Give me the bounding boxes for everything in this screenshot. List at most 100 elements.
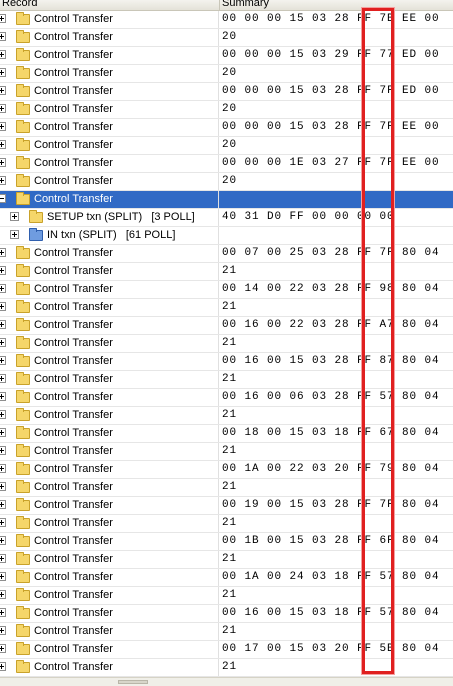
expand-plus-icon[interactable] <box>0 626 6 635</box>
expand-plus-icon[interactable] <box>0 176 6 185</box>
table-row[interactable]: Control Transfer 00 07 00 25 03 28 FF 7F … <box>0 245 453 263</box>
record-cell[interactable]: Control Transfer <box>0 299 219 316</box>
expand-plus-icon[interactable] <box>0 392 6 401</box>
expand-plus-icon[interactable] <box>0 374 6 383</box>
table-row[interactable]: Control Transfer 20 <box>0 65 453 83</box>
scrollbar-thumb[interactable] <box>118 680 148 684</box>
record-cell[interactable]: Control Transfer <box>0 263 219 280</box>
record-cell[interactable]: Control Transfer <box>0 551 219 568</box>
record-cell[interactable]: Control Transfer <box>0 641 219 658</box>
table-row[interactable]: Control Transfer 00 1B 00 15 03 28 FF 6F … <box>0 533 453 551</box>
expand-plus-icon[interactable] <box>0 104 6 113</box>
table-row[interactable]: Control Transfer 00 18 00 15 03 18 FF 67 … <box>0 425 453 443</box>
table-row[interactable]: Control Transfer 21 <box>0 443 453 461</box>
table-row[interactable]: Control Transfer 00 1A 00 24 03 18 FF 57 … <box>0 569 453 587</box>
table-row[interactable]: Control Transfer 00 00 00 15 03 29 FF 77 … <box>0 47 453 65</box>
table-row[interactable]: Control Transfer 20 <box>0 29 453 47</box>
table-row[interactable]: Control Transfer 21 <box>0 371 453 389</box>
expand-plus-icon[interactable] <box>0 68 6 77</box>
table-row-selected[interactable]: Control Transfer <box>0 191 453 209</box>
record-cell[interactable]: Control Transfer <box>0 335 219 352</box>
record-cell[interactable]: Control Transfer <box>0 47 219 64</box>
expand-plus-icon[interactable] <box>0 14 6 23</box>
expand-plus-icon[interactable] <box>0 266 6 275</box>
record-cell[interactable]: Control Transfer <box>0 497 219 514</box>
table-row[interactable]: Control Transfer 20 <box>0 101 453 119</box>
record-cell[interactable]: Control Transfer <box>0 29 219 46</box>
record-column-header[interactable]: Record <box>2 0 37 10</box>
record-cell[interactable]: Control Transfer <box>0 281 219 298</box>
record-cell[interactable]: Control Transfer <box>0 425 219 442</box>
table-row[interactable]: Control Transfer 00 14 00 22 03 28 FF 98 … <box>0 281 453 299</box>
record-cell[interactable]: Control Transfer <box>0 533 219 550</box>
expand-plus-icon[interactable] <box>0 572 6 581</box>
expand-plus-icon[interactable] <box>0 644 6 653</box>
table-row[interactable]: Control Transfer 21 <box>0 263 453 281</box>
expand-plus-icon[interactable] <box>0 608 6 617</box>
table-row[interactable]: Control Transfer 00 00 00 15 03 28 FF 7B … <box>0 11 453 29</box>
expand-plus-icon[interactable] <box>0 518 6 527</box>
record-cell[interactable]: Control Transfer <box>0 317 219 334</box>
table-row[interactable]: Control Transfer 21 <box>0 515 453 533</box>
expand-plus-icon[interactable] <box>0 284 6 293</box>
expand-plus-icon[interactable] <box>0 302 6 311</box>
record-cell[interactable]: Control Transfer <box>0 353 219 370</box>
table-row[interactable]: SETUP txn (SPLIT) [3 POLL] 40 31 D0 FF 00… <box>0 209 453 227</box>
expand-plus-icon[interactable] <box>0 32 6 41</box>
table-row[interactable]: Control Transfer 21 <box>0 551 453 569</box>
expand-plus-icon[interactable] <box>0 86 6 95</box>
table-row[interactable]: Control Transfer 21 <box>0 299 453 317</box>
table-row[interactable]: Control Transfer 00 00 00 15 03 28 FF 7F … <box>0 119 453 137</box>
expand-plus-icon[interactable] <box>10 230 19 239</box>
table-row[interactable]: Control Transfer 21 <box>0 623 453 641</box>
expand-plus-icon[interactable] <box>0 536 6 545</box>
expand-plus-icon[interactable] <box>0 428 6 437</box>
record-cell[interactable]: Control Transfer <box>0 65 219 82</box>
expand-plus-icon[interactable] <box>0 590 6 599</box>
table-row[interactable]: Control Transfer 21 <box>0 335 453 353</box>
record-cell[interactable]: Control Transfer <box>0 623 219 640</box>
record-cell[interactable]: Control Transfer <box>0 173 219 190</box>
collapse-minus-icon[interactable] <box>0 194 6 203</box>
record-cell[interactable]: IN txn (SPLIT) [61 POLL] <box>0 227 219 244</box>
expand-plus-icon[interactable] <box>0 320 6 329</box>
expand-plus-icon[interactable] <box>0 410 6 419</box>
table-row[interactable]: Control Transfer 20 <box>0 173 453 191</box>
record-cell[interactable]: Control Transfer <box>0 659 219 676</box>
expand-plus-icon[interactable] <box>0 356 6 365</box>
record-cell[interactable]: SETUP txn (SPLIT) [3 POLL] <box>0 209 219 226</box>
expand-plus-icon[interactable] <box>0 50 6 59</box>
record-cell[interactable]: Control Transfer <box>0 515 219 532</box>
record-cell[interactable]: Control Transfer <box>0 371 219 388</box>
record-cell[interactable]: Control Transfer <box>0 407 219 424</box>
record-cell[interactable]: Control Transfer <box>0 11 219 28</box>
expand-plus-icon[interactable] <box>0 554 6 563</box>
table-row[interactable]: Control Transfer 00 16 00 22 03 28 FF A7 … <box>0 317 453 335</box>
record-cell[interactable]: Control Transfer <box>0 587 219 604</box>
table-row[interactable]: Control Transfer 00 1A 00 22 03 20 FF 79 … <box>0 461 453 479</box>
expand-plus-icon[interactable] <box>0 482 6 491</box>
expand-plus-icon[interactable] <box>10 212 19 221</box>
record-cell[interactable]: Control Transfer <box>0 605 219 622</box>
record-cell[interactable]: Control Transfer <box>0 461 219 478</box>
table-row[interactable]: Control Transfer 00 00 00 1E 03 27 FF 7F … <box>0 155 453 173</box>
record-cell[interactable]: Control Transfer <box>0 101 219 118</box>
record-cell[interactable]: Control Transfer <box>0 119 219 136</box>
record-cell[interactable]: Control Transfer <box>0 191 219 208</box>
record-cell[interactable]: Control Transfer <box>0 479 219 496</box>
expand-plus-icon[interactable] <box>0 140 6 149</box>
table-row[interactable]: Control Transfer 21 <box>0 587 453 605</box>
expand-plus-icon[interactable] <box>0 158 6 167</box>
expand-plus-icon[interactable] <box>0 122 6 131</box>
expand-plus-icon[interactable] <box>0 338 6 347</box>
record-cell[interactable]: Control Transfer <box>0 389 219 406</box>
table-row[interactable]: Control Transfer 00 19 00 15 03 28 FF 7F … <box>0 497 453 515</box>
expand-plus-icon[interactable] <box>0 500 6 509</box>
table-row[interactable]: IN txn (SPLIT) [61 POLL] <box>0 227 453 245</box>
expand-plus-icon[interactable] <box>0 446 6 455</box>
record-cell[interactable]: Control Transfer <box>0 83 219 100</box>
table-row[interactable]: Control Transfer 21 <box>0 659 453 677</box>
record-cell[interactable]: Control Transfer <box>0 155 219 172</box>
table-row[interactable]: Control Transfer 21 <box>0 407 453 425</box>
expand-plus-icon[interactable] <box>0 248 6 257</box>
